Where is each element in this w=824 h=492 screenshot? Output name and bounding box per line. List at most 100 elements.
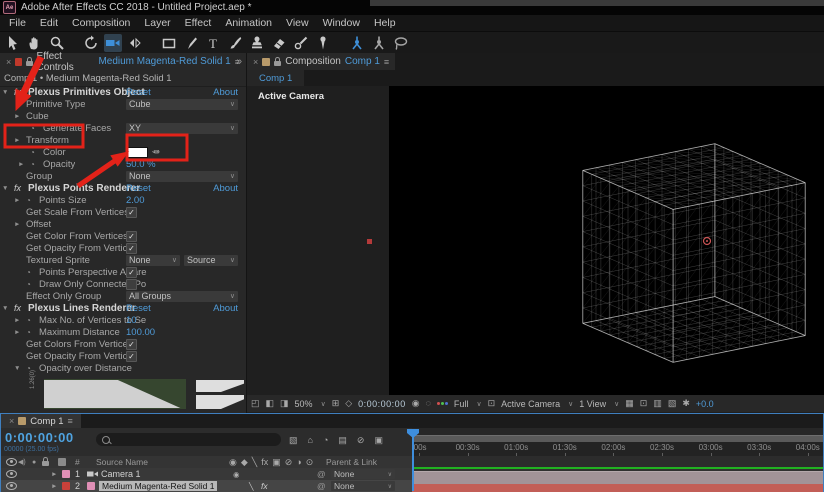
motion-blur-icon[interactable]: ⊘ [357,435,365,446]
stopwatch-icon[interactable]: ◔ [30,160,43,169]
twirl-icon[interactable]: ▼ [14,365,26,372]
checkbox[interactable]: ✓ [126,207,137,218]
quality-switch-icon[interactable]: ╲ [249,480,254,492]
panel-menu-icon[interactable]: ≡ [68,416,73,426]
ec-row-plexus-points-renderer[interactable]: ▼fxPlexus Points RendererResetAbout [0,182,246,194]
menu-help[interactable]: Help [367,17,403,29]
checkbox[interactable]: ✓ [126,231,137,242]
timeline-tab[interactable]: × Comp 1 ≡ [1,414,81,428]
ec-row-textured-sprite[interactable]: Textured SpriteNone∨Source∨ [0,254,246,266]
fx-icon[interactable]: fx [261,457,268,468]
mask-vertex-tool-icon[interactable] [370,34,388,52]
ec-row-cube[interactable]: ►Cube [0,110,246,122]
adjustment-icon[interactable]: ◑ [296,457,301,468]
menu-view[interactable]: View [279,17,316,29]
twirl-icon[interactable]: ► [14,329,26,336]
twirl-icon[interactable]: ► [14,113,26,120]
color-swatch[interactable] [126,147,148,158]
label-color-chip[interactable] [62,470,70,478]
type-tool-icon[interactable]: T [204,34,222,52]
lock-icon[interactable] [274,61,281,66]
3d-icon[interactable]: ⊙ [306,457,314,468]
grid-guides-icon[interactable]: ⊞ [332,398,340,409]
layer-row-solid[interactable]: ► 2 Medium Magenta-Red Solid 1 ╲ fx @ No… [1,480,412,492]
stopwatch-icon[interactable]: ◔ [30,124,43,133]
ec-row-transform[interactable]: ►Transform [0,134,246,146]
stopwatch-icon[interactable]: ◔ [26,196,39,205]
parent-select[interactable]: None∨ [331,469,395,479]
comp-subtab[interactable]: Comp 1 [247,70,304,86]
unified-camera-tool-icon[interactable] [104,34,122,52]
draft-3d-icon[interactable]: ⌂ [308,435,313,446]
parent-link-column[interactable]: Parent & Link [326,456,377,468]
mask-feather-tool-icon[interactable] [348,34,366,52]
ec-row-maximum-distance[interactable]: ►◔Maximum Distance100.00 [0,326,246,338]
roto-brush-tool-icon[interactable] [292,34,310,52]
timeline-search[interactable] [96,433,281,446]
quality-icon[interactable]: ╲ [252,457,257,468]
dropdown-group[interactable]: None∨ [126,171,238,182]
ec-row-generate-faces[interactable]: ◔Generate FacesXY∨ [0,122,246,134]
eye-icon[interactable] [6,470,17,478]
ec-row-plexus-lines-renderer[interactable]: ▼fxPlexus Lines RendererResetAbout [0,302,246,314]
label-color-chip[interactable] [62,482,70,490]
frame-blend-icon[interactable]: ▣ [272,457,281,468]
selection-tool-icon[interactable] [4,34,22,52]
ec-row-get-scale-from-vertices[interactable]: Get Scale From Vertices✓ [0,206,246,218]
pan-behind-tool-icon[interactable] [126,34,144,52]
panel-menu-icon[interactable]: ≡ [384,57,389,67]
property-value[interactable]: 2.00 [126,195,145,206]
ec-row-primitive-type[interactable]: Primitive TypeCube∨ [0,98,246,110]
search-input[interactable] [110,434,264,446]
hand-tool-icon[interactable] [26,34,44,52]
ec-row-get-opacity-from-vertices[interactable]: Get Opacity From Vertices✓ [0,350,246,362]
layer-name[interactable]: Camera 1 [101,468,141,480]
property-value[interactable]: 100.00 [126,327,155,338]
mask-visibility-icon[interactable]: ◇ [345,398,352,409]
twirl-icon[interactable]: ▼ [2,305,14,312]
twirl-icon[interactable]: ► [14,317,26,324]
lasso-tool-icon[interactable] [392,34,410,52]
pickwhip-icon[interactable]: @ [317,468,326,480]
ec-row-opacity[interactable]: ►◔Opacity50.0 % [0,158,246,170]
ec-row-group[interactable]: GroupNone∨ [0,170,246,182]
menu-composition[interactable]: Composition [65,17,137,29]
graph-editor-icon[interactable]: ▣ [374,435,383,446]
current-view-icon[interactable]: ⊡ [640,398,648,409]
zoom-tool-icon[interactable] [48,34,66,52]
stopwatch-icon[interactable]: ◔ [26,316,39,325]
camera-layer-bar[interactable] [412,471,823,485]
stopwatch-icon[interactable]: ◔ [26,268,39,277]
eraser-tool-icon[interactable] [270,34,288,52]
stopwatch-icon[interactable]: ◔ [26,280,39,289]
dropdown-secondary[interactable]: Source∨ [184,255,238,266]
solid-layer-bar[interactable] [412,484,823,492]
menu-edit[interactable]: Edit [33,17,65,29]
about-link[interactable]: About [213,303,238,314]
region-of-interest-icon[interactable]: ⊡ [488,398,496,409]
composition-viewer[interactable]: Active Camera [247,86,824,395]
about-link[interactable]: About [213,87,238,98]
lock-icon[interactable] [26,61,32,66]
ec-row-effect-only-group[interactable]: Effect Only GroupAll Groups∨ [0,290,246,302]
property-value[interactable]: 50.0 % [126,159,156,170]
rectangle-tool-icon[interactable] [160,34,178,52]
close-icon[interactable]: × [9,416,14,426]
pixel-aspect-icon[interactable]: ▥ [653,398,662,409]
twirl-icon[interactable]: ► [14,197,26,204]
pickwhip-icon[interactable]: @ [317,480,326,492]
ec-row-get-opacity-from-vertices[interactable]: Get Opacity From Vertices✓ [0,242,246,254]
stopwatch-icon[interactable]: ◔ [26,328,39,337]
layer-handle-dot[interactable] [367,239,372,244]
close-icon[interactable]: × [6,57,11,67]
property-value[interactable]: 10 [126,315,137,326]
show-snapshot-icon[interactable]: ◌ [426,398,431,409]
comp-mini-flowchart-icon[interactable]: ▧ [289,435,298,446]
source-name-column[interactable]: Source Name [96,456,148,468]
ec-row-color[interactable]: ◔Color✏ [0,146,246,158]
fx-switch-icon[interactable]: fx [261,481,268,491]
flowchart-icon[interactable]: ▧ [668,398,677,409]
dropdown-primitive-type[interactable]: Cube∨ [126,99,238,110]
clone-stamp-tool-icon[interactable] [248,34,266,52]
checkbox[interactable]: ✓ [126,339,137,350]
